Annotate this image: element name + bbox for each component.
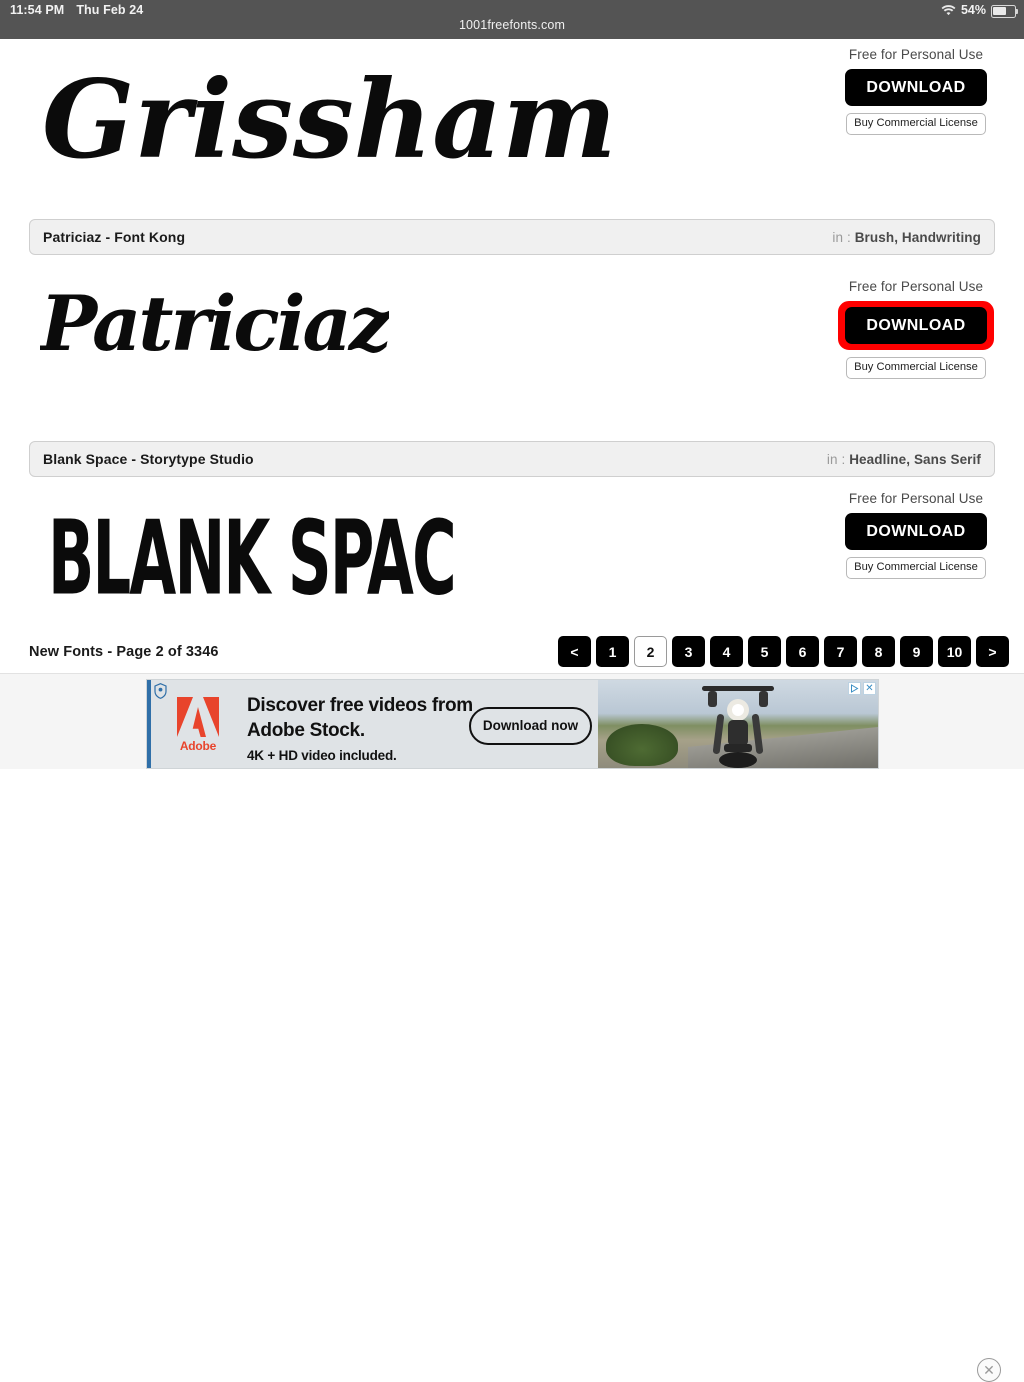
font-title-blank-space: Blank Space - Storytype Studio: [43, 451, 254, 467]
font-preview-grissham[interactable]: Grissham: [42, 57, 617, 183]
ad-photo-bush: [606, 724, 678, 766]
pagination-1[interactable]: 1: [596, 636, 629, 667]
pagination-8[interactable]: 8: [862, 636, 895, 667]
ad-photo-motorcycle: [598, 680, 878, 768]
font-item-patriciaz: Patriciaz Free for Personal Use DOWNLOAD…: [0, 255, 1024, 441]
adobe-logo: Adobe: [167, 696, 229, 753]
ipad-browser-screen: 11:54 PM Thu Feb 24 54% 1001freefonts.co…: [0, 0, 1024, 1382]
ad-shield-icon: [154, 683, 167, 699]
pagination-2[interactable]: 2: [634, 636, 667, 667]
download-button-highlight-ring: DOWNLOAD: [838, 301, 994, 350]
page-summary-label: New Fonts - Page 2 of 3346: [29, 644, 219, 660]
font-categories-patriciaz: in : Brush, Handwriting: [832, 230, 981, 245]
status-time: 11:54 PM: [10, 3, 65, 17]
pagination-7[interactable]: 7: [824, 636, 857, 667]
ad-accent-bar: [147, 680, 151, 768]
ad-headline-line-1: Discover free videos from: [247, 695, 473, 716]
battery-icon: [991, 4, 1019, 18]
page-content: Grissham Free for Personal Use DOWNLOAD …: [0, 39, 1024, 673]
categories-prefix: in :: [826, 451, 850, 467]
wifi-icon: [941, 5, 956, 17]
font-item-blank-space: BLANK SPAC Free for Personal Use DOWNLOA…: [0, 477, 1024, 618]
font-title-patriciaz: Patriciaz - Font Kong: [43, 229, 186, 245]
license-note: Free for Personal Use: [848, 47, 984, 62]
font-categories-blank-space: in : Headline, Sans Serif: [827, 452, 981, 467]
font-preview-blank-space[interactable]: BLANK SPAC: [48, 499, 775, 618]
font-item-grissham: Grissham Free for Personal Use DOWNLOAD …: [0, 39, 1024, 207]
pagination-9[interactable]: 9: [900, 636, 933, 667]
font-preview-row: Patriciaz Free for Personal Use DOWNLOAD…: [0, 255, 1024, 441]
download-cluster-blank-space: Free for Personal Use DOWNLOAD Buy Comme…: [823, 491, 1009, 579]
font-preview-row: BLANK SPAC Free for Personal Use DOWNLOA…: [0, 477, 1024, 618]
font-preview-patriciaz[interactable]: Patriciaz: [40, 279, 389, 368]
adobe-stock-ad-banner[interactable]: Adobe Discover free videos from Adobe St…: [146, 679, 879, 769]
pagination-row: New Fonts - Page 2 of 3346 <1 2 3 4 5 6 7 8 9 10 >: [0, 636, 1024, 676]
font-preview-row: Grissham Free for Personal Use DOWNLOAD …: [0, 39, 1024, 207]
status-bar-right: 54%: [941, 3, 1019, 18]
categories-value[interactable]: Brush, Handwriting: [855, 230, 981, 245]
font-title-bar-patriciaz[interactable]: Patriciaz - Font Kong in : Brush, Handwr…: [29, 219, 995, 255]
pagination-4[interactable]: 4: [710, 636, 743, 667]
download-button-wrapper: DOWNLOAD: [845, 69, 987, 106]
pagination-next[interactable]: >: [976, 636, 1009, 667]
download-button-grissham[interactable]: DOWNLOAD: [845, 69, 987, 106]
pagination: <1 2 3 4 5 6 7 8 9 10 >: [558, 636, 1009, 667]
pagination-3[interactable]: 3: [672, 636, 705, 667]
ad-download-now-button[interactable]: Download now: [469, 707, 592, 745]
buy-commercial-license-button-grissham[interactable]: Buy Commercial License: [846, 113, 986, 135]
status-date: Thu Feb 24: [76, 3, 144, 17]
download-cluster-grissham: Free for Personal Use DOWNLOAD Buy Comme…: [823, 47, 1009, 135]
ad-copy: Discover free videos from Adobe Stock. 4…: [247, 693, 487, 763]
download-cluster-patriciaz: Free for Personal Use DOWNLOAD Buy Comme…: [823, 279, 1009, 379]
pagination-5[interactable]: 5: [748, 636, 781, 667]
categories-value[interactable]: Headline, Sans Serif: [849, 452, 981, 467]
url-display[interactable]: 1001freefonts.com: [0, 18, 1024, 32]
ad-subtext: 4K + HD video included.: [247, 748, 397, 763]
ad-strip: Adobe Discover free videos from Adobe St…: [0, 673, 1024, 1382]
download-button-patriciaz[interactable]: DOWNLOAD: [845, 307, 987, 344]
pagination-6[interactable]: 6: [786, 636, 819, 667]
battery-percent-label: 54%: [960, 3, 986, 17]
adchoices-icon[interactable]: [848, 682, 861, 695]
pagination-10[interactable]: 10: [938, 636, 971, 667]
pagination-prev[interactable]: <: [558, 636, 591, 667]
adobe-mark-icon: [175, 696, 221, 738]
adobe-wordmark: Adobe: [179, 739, 217, 753]
ad-close-button[interactable]: ✕: [977, 1358, 1001, 1382]
motorcycle-icon: [684, 684, 792, 768]
buy-commercial-license-button-blank-space[interactable]: Buy Commercial License: [846, 557, 986, 579]
adchoices-controls: ✕: [848, 682, 876, 695]
license-note: Free for Personal Use: [848, 491, 984, 506]
ad-dismiss-icon[interactable]: ✕: [863, 682, 876, 695]
status-bar-left: 11:54 PM Thu Feb 24: [10, 3, 143, 17]
categories-prefix: in :: [832, 229, 855, 245]
license-note: Free for Personal Use: [848, 279, 984, 294]
status-bar: 11:54 PM Thu Feb 24 54% 1001freefonts.co…: [0, 0, 1024, 39]
buy-commercial-license-button-patriciaz[interactable]: Buy Commercial License: [846, 357, 986, 379]
download-button-wrapper: DOWNLOAD: [845, 513, 987, 550]
font-title-bar-blank-space[interactable]: Blank Space - Storytype Studio in : Head…: [29, 441, 995, 477]
ad-headline-line-2: Adobe Stock.: [247, 720, 365, 741]
download-button-blank-space[interactable]: DOWNLOAD: [845, 513, 987, 550]
